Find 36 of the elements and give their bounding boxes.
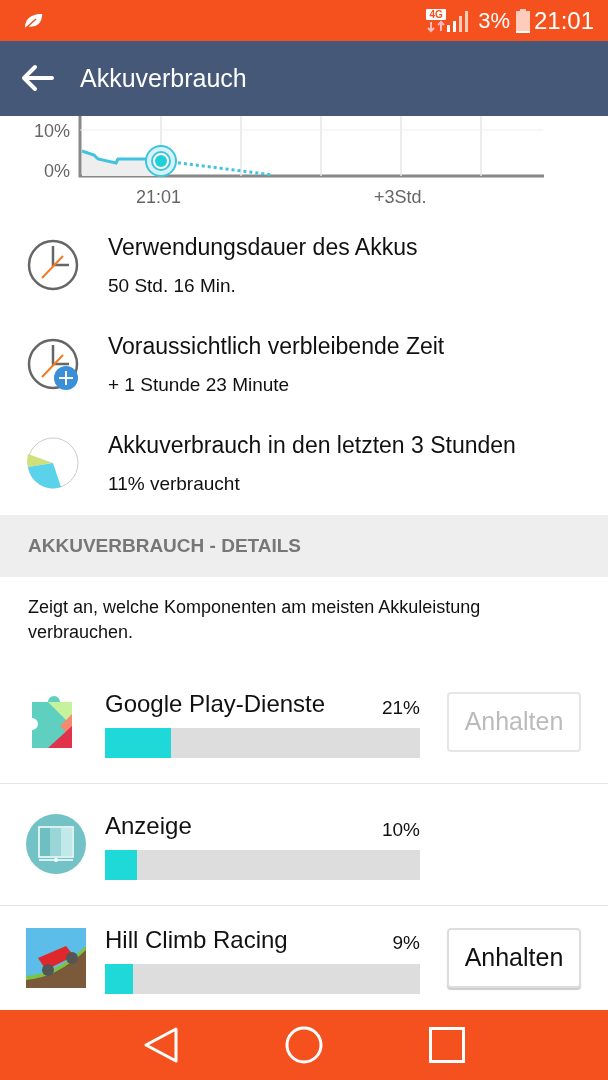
usage-percent: 10% xyxy=(381,817,420,842)
axis-label: 21:01 xyxy=(136,185,183,209)
summary-value: 11% verbraucht xyxy=(108,472,241,496)
summary-title: Verwendungsdauer des Akkus xyxy=(108,232,418,262)
summary-title: Akkuverbrauch in den letzten 3 Stunden xyxy=(108,430,516,460)
back-arrow-icon[interactable] xyxy=(20,64,54,93)
back-icon[interactable] xyxy=(143,1025,179,1064)
network-icon xyxy=(426,8,447,33)
network-label: 4G xyxy=(428,9,444,20)
summary-value: 50 Std. 16 Min. xyxy=(108,274,237,298)
home-icon[interactable] xyxy=(285,1025,323,1064)
car-game-icon xyxy=(26,927,86,988)
signal-icon xyxy=(446,9,471,32)
section-header: AKKUVERBRAUCH - DETAILS xyxy=(0,514,608,578)
clock-plus-icon xyxy=(26,337,80,391)
clock-time: 21:01 xyxy=(533,5,594,36)
clock-icon xyxy=(26,238,80,292)
pie-chart-icon xyxy=(26,436,80,490)
app-name: Google Play-Dienste xyxy=(105,689,326,719)
app-name: Anzeige xyxy=(105,811,192,841)
description-text: Zeigt an, welche Komponenten am meisten Akkuleistung verbrauchen. xyxy=(27,596,482,645)
app-name: Hill Climb Racing xyxy=(105,924,288,955)
summary-value: + 1 Stunde 23 Minute xyxy=(108,373,291,397)
usage-percent: 9% xyxy=(392,931,420,955)
stop-button[interactable]: Anhalten xyxy=(447,927,581,988)
screen-title: Akkuverbrauch xyxy=(80,62,247,94)
axis-label: 0% xyxy=(44,161,70,180)
current-point-marker xyxy=(145,144,177,177)
summary-title: Voraussichtlich verbleibende Zeit xyxy=(108,331,445,361)
axis-label: +3Std. xyxy=(374,185,426,209)
recent-apps-icon[interactable] xyxy=(429,1026,465,1063)
battery-icon xyxy=(515,8,530,33)
display-icon xyxy=(26,814,86,874)
battery-percent: 3% xyxy=(478,7,510,36)
usage-percent: 21% xyxy=(381,695,420,720)
axis-label: 10% xyxy=(33,121,70,140)
